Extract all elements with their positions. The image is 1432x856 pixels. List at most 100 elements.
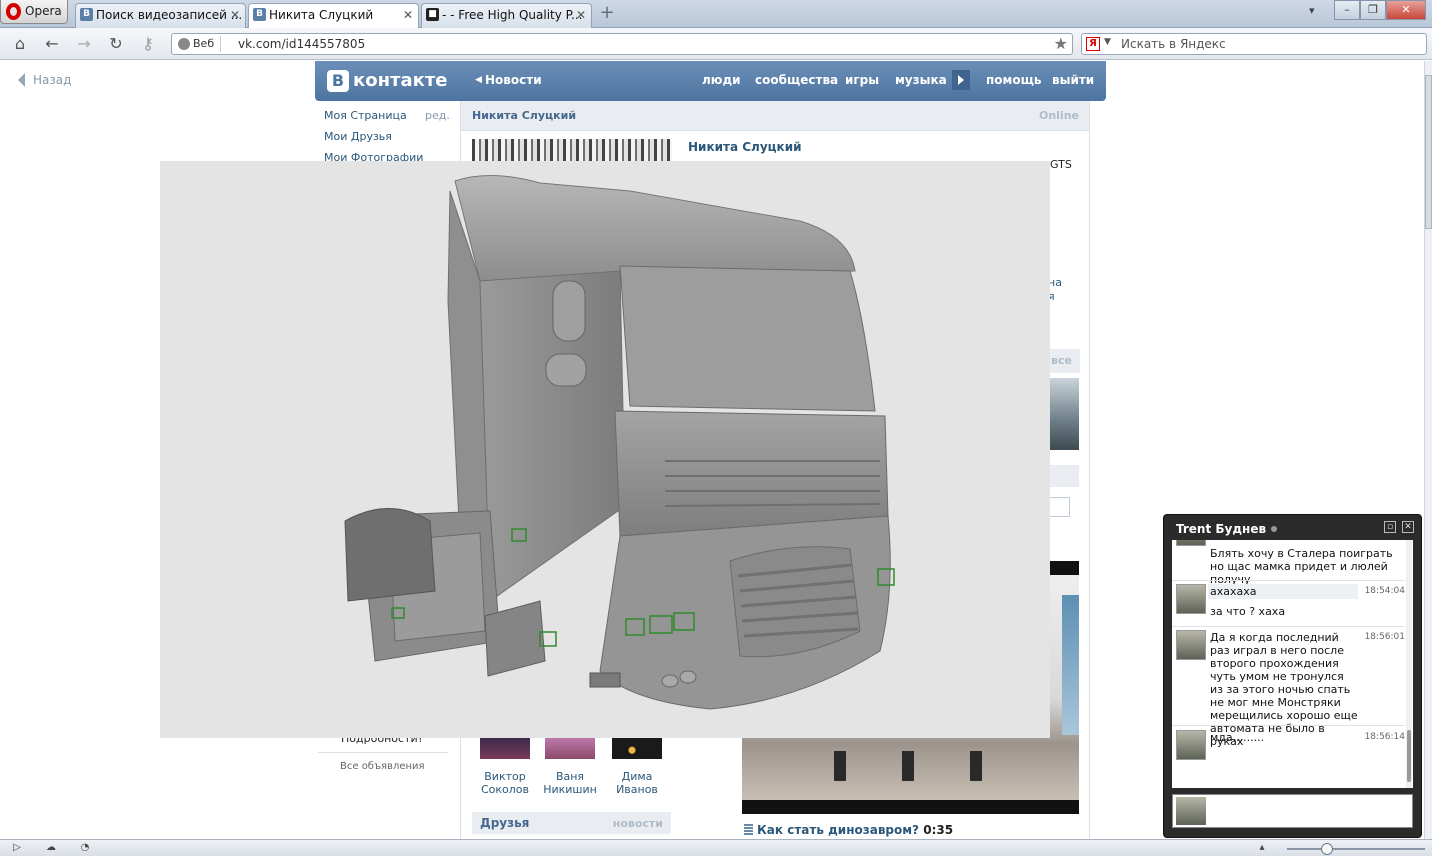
vk-logo-text: контакте [353,70,448,91]
back-link-label: Назад [33,73,72,87]
menu-my-page[interactable]: Моя Страница [324,109,423,130]
friend-item[interactable]: Ваня Никишин [540,737,600,796]
model-viewer-overlay[interactable] [160,161,1050,738]
page-scrollbar-thumb[interactable] [1425,75,1432,229]
globe-icon [178,38,190,50]
opera-menu-label: Opera [25,4,62,18]
key-icon[interactable]: ⚷ [138,34,158,54]
zoom-slider-handle[interactable] [1321,843,1333,855]
chat-messages: Блять хочу в Сталера поиграть но щас мам… [1172,540,1413,788]
friends-news-link[interactable]: новости [613,817,663,830]
profile-photo[interactable] [472,139,672,163]
message-text: ахахаха [1210,585,1257,598]
tab-profile[interactable]: В Никита Слуцкий ✕ [248,3,419,29]
reload-icon[interactable]: ↻ [106,34,126,54]
close-chat-icon[interactable]: ✕ [1402,521,1414,533]
vk-logo-icon: В [327,70,349,92]
divider [1172,580,1405,581]
tab-close-icon[interactable]: ✕ [403,4,413,26]
divider [318,752,448,753]
profile-info-link[interactable]: я [1048,290,1062,304]
music-play-icon[interactable] [952,70,970,90]
avatar[interactable] [1176,584,1206,614]
nav-news[interactable]: Новости [485,73,542,87]
tab-list-chevron-icon[interactable]: ▾ [1309,4,1315,17]
zoom-out-icon[interactable]: ▴ [1255,842,1269,854]
web-badge[interactable]: Веб [175,36,222,52]
edit-link[interactable]: ред. [425,109,450,122]
page-scrollbar[interactable] [1424,61,1432,839]
tab-free-high-quality[interactable]: ■ - - Free High Quality P... ✕ [421,3,592,28]
vk-logo[interactable]: Вконтакте [327,69,447,93]
nav-music[interactable]: музыка [895,73,947,87]
tab-close-icon[interactable]: ✕ [576,4,586,26]
zoom-slider[interactable] [1287,848,1425,850]
opera-menu-button[interactable]: Opera [0,0,68,24]
nav-help[interactable]: помощь [986,73,1041,87]
video-title-link[interactable]: Как стать динозавром? 0:35 [744,823,953,837]
address-field[interactable]: Веб vk.com/id144557805 ★ [171,33,1073,55]
message-time: 18:54:04 [1364,586,1405,596]
profile-header-bar: Никита Слуцкий Online [461,101,1089,131]
nav-people[interactable]: люди [702,73,741,87]
avatar[interactable] [1176,730,1206,760]
tab-video-search[interactable]: В Поиск видеозаписей ... ✕ [75,3,246,28]
all-ads-link[interactable]: Все объявления [340,761,425,772]
friends-section-title[interactable]: Друзья [480,816,529,830]
friend-name[interactable]: Ваня Никишин [540,770,600,796]
maximize-chat-icon[interactable]: ▫ [1384,521,1396,533]
avatar[interactable] [1176,540,1206,546]
tab-close-icon[interactable]: ✕ [230,4,240,26]
video-frame-detail [834,751,846,781]
friend-item[interactable]: Виктор Соколов [475,737,535,796]
message-text: за что ? хаха [1210,605,1286,618]
message-time: 18:56:01 [1364,632,1405,642]
chat-message: Да я когда последний раз играл в него по… [1172,630,1405,748]
nav-communities[interactable]: сообщества [755,73,838,87]
vk-favicon-icon: В [80,8,93,21]
friend-name[interactable]: Виктор Соколов [475,770,535,796]
chat-message-input[interactable] [1172,794,1413,828]
tab-title: Поиск видеозаписей ... [96,8,243,22]
yandex-icon[interactable]: Я [1086,37,1100,51]
wall-input[interactable] [1048,497,1070,517]
chat-title[interactable]: Trent Буднев [1176,522,1278,536]
friend-name[interactable]: Дима Иванов [607,770,667,796]
section-all-link[interactable]: все [1051,354,1072,367]
chat-scrollbar-thumb[interactable] [1407,730,1411,782]
forward-icon[interactable]: → [74,34,94,54]
chat-message: мда......... 18:56:14 [1172,730,1405,770]
bookmark-star-icon[interactable]: ★ [1054,34,1068,54]
close-window-icon[interactable]: ✕ [1386,0,1426,20]
profile-info-link[interactable]: на [1048,276,1062,290]
friend-avatar[interactable] [612,737,662,759]
turbo-icon[interactable]: ◔ [78,842,92,854]
menu-my-friends[interactable]: Мои Друзья [324,130,423,151]
new-tab-icon[interactable]: + [598,4,616,23]
unite-cloud-icon[interactable]: ☁ [44,842,58,854]
back-link[interactable]: Назад [18,73,71,87]
panel-toggle-icon[interactable]: ▷ [10,842,24,854]
chat-scrollbar[interactable] [1406,540,1412,788]
search-input[interactable]: Я ▼ Искать в Яндекс [1081,33,1427,55]
minimize-icon[interactable]: – [1334,0,1360,20]
navigation-bar: ⌂ ← → ↻ ⚷ Веб vk.com/id144557805 ★ Я ▼ И… [0,28,1432,60]
friend-avatar[interactable] [480,737,530,759]
nav-logout[interactable]: выйти [1052,73,1094,87]
avatar[interactable] [1176,630,1206,660]
search-engine-chevron-icon[interactable]: ▼ [1104,37,1111,47]
back-icon[interactable]: ← [42,34,62,54]
restore-icon[interactable]: ❐ [1360,0,1386,20]
avatar [1176,797,1206,825]
friend-avatar[interactable] [545,737,595,759]
video-frame-detail [970,751,982,781]
profile-info-text: GTS [1050,158,1072,171]
friend-item[interactable]: Дима Иванов [607,737,667,796]
home-icon[interactable]: ⌂ [10,34,30,54]
url-text[interactable]: vk.com/id144557805 [238,36,365,52]
video-frame-detail [1062,595,1079,735]
video-icon [744,824,753,835]
nav-games[interactable]: игры [845,73,879,87]
tab-title: Никита Слуцкий [269,8,374,22]
photo-thumbnail[interactable] [1048,378,1079,450]
